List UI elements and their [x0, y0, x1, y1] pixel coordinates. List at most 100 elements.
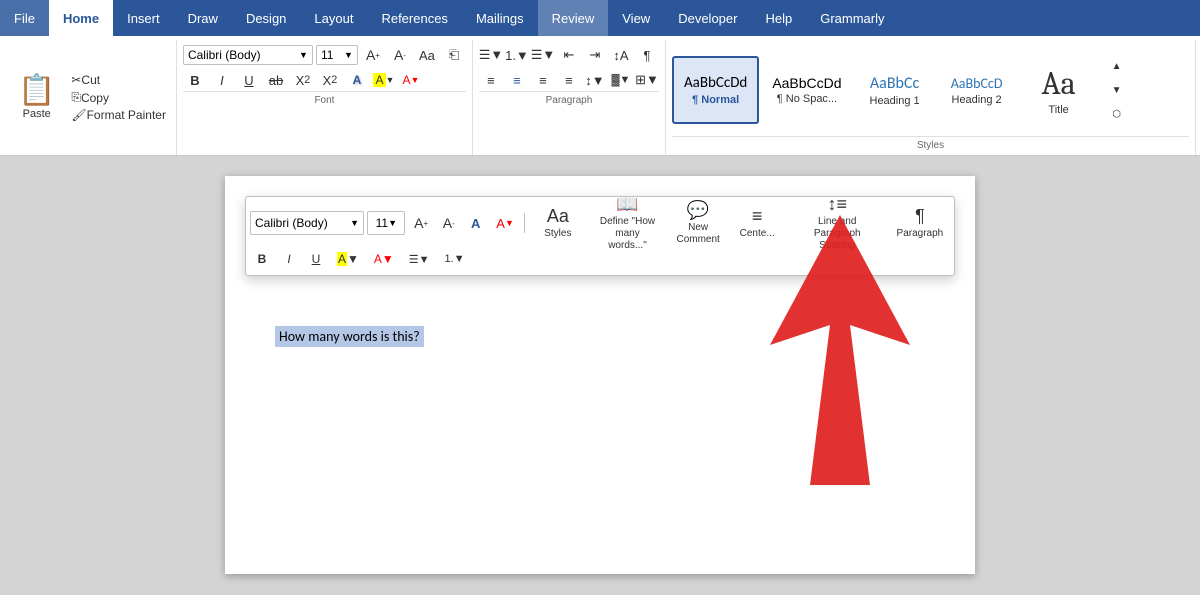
- mini-decrease-font-button[interactable]: A-: [437, 211, 461, 235]
- tab-file[interactable]: File: [0, 0, 49, 36]
- change-case-button[interactable]: Aa: [415, 44, 439, 66]
- paste-button[interactable]: 📋 Paste: [10, 44, 63, 151]
- tab-draw[interactable]: Draw: [174, 0, 232, 36]
- increase-indent-button[interactable]: ⇥: [583, 44, 607, 66]
- style-nospace-sample: AaBbCcDd: [772, 75, 841, 91]
- font-size-selector[interactable]: 11 ▼: [316, 45, 358, 65]
- format-painter-button[interactable]: 🖌 Format Painter: [67, 107, 170, 123]
- justify-button[interactable]: ≡: [557, 69, 581, 91]
- mini-highlight-button[interactable]: A▼: [331, 247, 365, 271]
- superscript-button[interactable]: X2: [318, 69, 342, 91]
- selected-text[interactable]: How many words is this?: [275, 326, 424, 347]
- chevron-down-icon: ▼: [388, 218, 397, 228]
- decrease-indent-button[interactable]: ⇤: [557, 44, 581, 66]
- styles-icon: Aa: [547, 206, 569, 227]
- cut-button[interactable]: ✂ Cut: [67, 72, 170, 88]
- style-title-label: Title: [1048, 104, 1068, 116]
- style-h2-sample: AaBbCcD: [951, 75, 1003, 92]
- tab-grammarly[interactable]: Grammarly: [806, 0, 898, 36]
- align-left-button[interactable]: ≡: [479, 69, 503, 91]
- line-spacing-button[interactable]: ↕▼: [583, 69, 607, 91]
- mini-italic-button[interactable]: I: [277, 247, 301, 271]
- borders-button[interactable]: ⊞▼: [635, 69, 659, 91]
- mini-bullets-button[interactable]: ☰▼: [403, 247, 436, 271]
- tab-design[interactable]: Design: [232, 0, 300, 36]
- align-right-button[interactable]: ≡: [531, 69, 555, 91]
- ribbon: 📋 Paste ✂ Cut ⎘ Copy 🖌 Format Painter: [0, 36, 1200, 156]
- tab-review[interactable]: Review: [538, 0, 609, 36]
- text-content-area: How many words is this?: [275, 326, 925, 347]
- decrease-font-button[interactable]: A-: [388, 44, 412, 66]
- style-heading2-button[interactable]: AaBbCcD Heading 2: [937, 56, 1017, 124]
- tab-home[interactable]: Home: [49, 0, 113, 36]
- italic-button[interactable]: I: [210, 69, 234, 91]
- style-h1-label: Heading 1: [870, 95, 920, 107]
- font-color-button[interactable]: A▼: [399, 69, 423, 91]
- bullets-button[interactable]: ☰▼: [479, 44, 503, 66]
- font-family-selector[interactable]: Calibri (Body) ▼: [183, 45, 313, 65]
- paragraph-icon: ¶: [915, 206, 925, 227]
- multilevel-list-button[interactable]: ☰▼: [531, 44, 555, 66]
- mini-styles-button[interactable]: Aa Styles: [530, 201, 585, 245]
- font-group: Calibri (Body) ▼ 11 ▼ A+ A- Aa ⎗ B I U: [177, 40, 473, 155]
- numbering-button[interactable]: 1.▼: [505, 44, 529, 66]
- tab-insert[interactable]: Insert: [113, 0, 174, 36]
- mini-font-color-button[interactable]: A▼: [491, 211, 520, 235]
- mini-font-size[interactable]: 11 ▼: [367, 211, 405, 235]
- mini-text-effects-button[interactable]: A: [464, 211, 488, 235]
- style-heading1-button[interactable]: AaBbCc Heading 1: [855, 56, 935, 124]
- mini-define-button[interactable]: 📖 Define "Howmany words...": [588, 201, 666, 245]
- style-title-sample: Aa: [1033, 65, 1083, 102]
- mini-numbering-button[interactable]: 1.▼: [439, 247, 471, 271]
- mini-paragraph-button[interactable]: ¶ Paragraph: [890, 201, 950, 245]
- styles-scroll-down-button[interactable]: ▼: [1105, 79, 1129, 101]
- tab-view[interactable]: View: [608, 0, 664, 36]
- style-normal-button[interactable]: AaBbCcDd ¶ Normal: [672, 56, 759, 124]
- style-h2-label: Heading 2: [952, 94, 1002, 106]
- sort-button[interactable]: ↕A: [609, 44, 633, 66]
- mini-bold-button[interactable]: B: [250, 247, 274, 271]
- copy-button[interactable]: ⎘ Copy: [67, 89, 170, 106]
- paste-label: Paste: [23, 108, 51, 120]
- mini-font-family[interactable]: Calibri (Body) ▼: [250, 211, 364, 235]
- styles-expand-button[interactable]: ⬡: [1105, 103, 1129, 125]
- mini-comment-button[interactable]: 💬 NewComment: [670, 201, 727, 245]
- tab-layout[interactable]: Layout: [300, 0, 367, 36]
- tab-bar: File Home Insert Draw Design Layout Refe…: [0, 0, 1200, 36]
- tab-developer[interactable]: Developer: [664, 0, 751, 36]
- mini-font-color2-button[interactable]: A▼: [368, 247, 400, 271]
- tab-help[interactable]: Help: [751, 0, 806, 36]
- app-container: File Home Insert Draw Design Layout Refe…: [0, 0, 1200, 594]
- tab-references[interactable]: References: [367, 0, 461, 36]
- copy-icon: ⎘: [71, 90, 81, 105]
- mini-underline-button[interactable]: U: [304, 247, 328, 271]
- align-center-button[interactable]: ≡: [505, 69, 529, 91]
- show-hide-button[interactable]: ¶: [635, 44, 659, 66]
- highlight-color-button[interactable]: A▼: [372, 69, 396, 91]
- strikethrough-button[interactable]: ab: [264, 69, 288, 91]
- subscript-button[interactable]: X2: [291, 69, 315, 91]
- clear-formatting-button[interactable]: ⎗: [442, 44, 466, 66]
- increase-font-button[interactable]: A+: [361, 44, 385, 66]
- mini-styles-label: Styles: [544, 228, 571, 240]
- shading-button[interactable]: ▓▼: [609, 69, 633, 91]
- mini-center-label: Cente...: [740, 228, 775, 240]
- line-spacing-icon: ↕≡: [827, 194, 847, 215]
- mini-center-button[interactable]: ≡ Cente...: [730, 201, 785, 245]
- style-no-spacing-button[interactable]: AaBbCcDd ¶ No Spac...: [761, 56, 852, 124]
- format-painter-label: Format Painter: [87, 108, 166, 122]
- mini-comment-label: NewComment: [676, 222, 719, 246]
- center-icon: ≡: [752, 206, 763, 227]
- cut-label: Cut: [81, 73, 100, 87]
- styles-scroll-up-button[interactable]: ▲: [1105, 55, 1129, 77]
- paste-icon: 📋: [18, 76, 55, 106]
- text-effects-button[interactable]: A: [345, 69, 369, 91]
- mini-line-spacing-button[interactable]: ↕≡ Line and ParagraphSpacing: [788, 201, 887, 245]
- tab-mailings[interactable]: Mailings: [462, 0, 538, 36]
- bold-button[interactable]: B: [183, 69, 207, 91]
- mini-paragraph-label: Paragraph: [897, 228, 944, 240]
- style-title-button[interactable]: Aa Title: [1019, 56, 1099, 124]
- mini-increase-font-button[interactable]: A+: [408, 211, 433, 235]
- underline-button[interactable]: U: [237, 69, 261, 91]
- document-area: Calibri (Body) ▼ 11 ▼ A+ A- A A▼ Aa: [0, 156, 1200, 594]
